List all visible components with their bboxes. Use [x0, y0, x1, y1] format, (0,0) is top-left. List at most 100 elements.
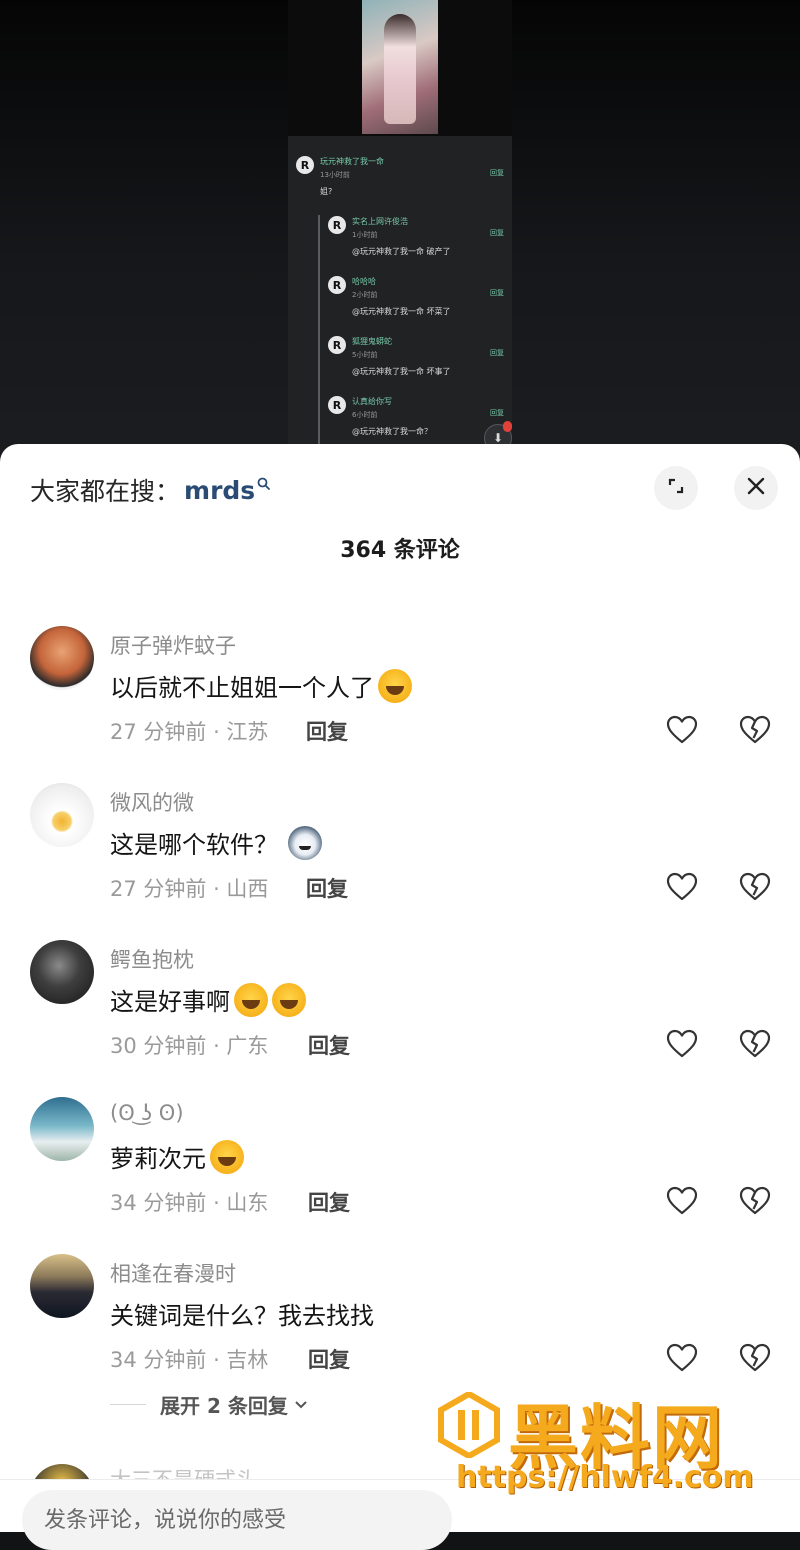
crying-laugh-emoji-icon [272, 982, 306, 1017]
comment-meta: 27 分钟前 · 江苏 [110, 720, 269, 744]
comment-author[interactable]: (ʘ ͜ʖ ʘ) [110, 1101, 184, 1125]
preview-comment: R 狐狸鬼蟒蛇 5小时前 @玩元神救了我一命 坏事了 回复 [288, 330, 512, 386]
like-button[interactable] [664, 1026, 700, 1062]
expand-icon [666, 476, 686, 500]
preview-comment-text: @玩元神救了我一命 破产了 [352, 247, 451, 256]
avatar[interactable] [30, 626, 94, 690]
avatar[interactable] [30, 783, 94, 847]
dislike-button[interactable] [737, 1183, 773, 1219]
preview-comment-time: 2小时前 [352, 291, 378, 299]
reply-button[interactable]: 回复 [308, 1030, 350, 1060]
dislike-button[interactable] [737, 712, 773, 748]
avatar[interactable] [30, 1254, 94, 1318]
preview-comment-name: 实名上网许俊浩 [352, 217, 408, 226]
comment-text: 关键词是什么？我去找找 [110, 1296, 374, 1331]
crying-laugh-emoji-icon [234, 982, 268, 1017]
preview-comment-name: 玩元神救了我一命 [320, 157, 384, 166]
preview-reply-link[interactable]: 回复 [490, 228, 504, 238]
comment-author[interactable]: 原子弹炸蚊子 [110, 630, 236, 660]
preview-comment: R 实名上网许俊浩 1小时前 @玩元神救了我一命 破产了 回复 [288, 210, 512, 266]
close-button[interactable] [734, 466, 778, 510]
dislike-button[interactable] [737, 1026, 773, 1062]
avatar[interactable] [30, 940, 94, 1004]
comment-count-title: 364 条评论 [340, 538, 460, 563]
like-button[interactable] [664, 1340, 700, 1376]
preview-reply-link[interactable]: 回复 [490, 348, 504, 358]
heart-icon [666, 872, 698, 901]
reply-button[interactable]: 回复 [306, 873, 348, 903]
dislike-button[interactable] [737, 869, 773, 905]
broken-heart-icon [739, 1186, 771, 1215]
broken-heart-icon [739, 872, 771, 901]
comment-author[interactable]: 相逢在春漫时 [110, 1258, 236, 1288]
heart-icon [666, 1186, 698, 1215]
expand-sheet-button[interactable] [654, 466, 698, 510]
preview-comment-time: 5小时前 [352, 351, 378, 359]
preview-avatar-icon: R [328, 396, 346, 414]
dislike-button[interactable] [737, 1340, 773, 1376]
comment-text-body: 关键词是什么？我去找找 [110, 1302, 374, 1330]
preview-comment-time: 6小时前 [352, 411, 378, 419]
comment-text-body: 这是哪个软件？ [110, 831, 278, 859]
trending-search[interactable]: 大家都在搜： mrds [30, 472, 271, 508]
preview-comment-text: @玩元神救了我一命？ [352, 427, 432, 436]
preview-reply-link[interactable]: 回复 [490, 408, 504, 418]
preview-comment-name: 认真给你写 [352, 397, 392, 406]
comment-text: 这是好事啊 [110, 982, 306, 1017]
preview-reply-link[interactable]: 回复 [490, 168, 504, 178]
notification-badge [503, 421, 512, 432]
wolf-emoji-icon [288, 825, 322, 860]
comment-author[interactable]: 鳄鱼抱枕 [110, 944, 194, 974]
preview-comment: R 玩元神救了我一命 13小时前 姐? 回复 [288, 150, 512, 206]
preview-avatar-icon: R [328, 276, 346, 294]
preview-comment-time: 1小时前 [352, 231, 378, 239]
comment-item: (ʘ ͜ʖ ʘ) 萝莉次元 34 分钟前 · 山东 回复 [0, 1097, 800, 1247]
watermark-url: https://hlwf4.com [456, 1460, 754, 1495]
comment-item: 鳄鱼抱枕 这是好事啊 30 分钟前 · 广东 回复 [0, 940, 800, 1090]
like-button[interactable] [664, 712, 700, 748]
expand-replies-label: 展开 2 条回复 [160, 1394, 288, 1418]
comment-meta: 30 分钟前 · 广东 [110, 1034, 269, 1058]
comment-text: 这是哪个软件？ [110, 825, 322, 860]
heart-icon [666, 1343, 698, 1372]
like-button[interactable] [664, 869, 700, 905]
comment-text-body: 以后就不止姐姐一个人了 [110, 674, 374, 702]
comment-item: 微风的微 这是哪个软件？ 27 分钟前 · 山西 回复 [0, 783, 800, 933]
chevron-down-icon [294, 1395, 308, 1414]
comment-author[interactable]: 微风的微 [110, 787, 194, 817]
expand-replies-button[interactable]: 展开 2 条回复 [110, 1390, 308, 1419]
broken-heart-icon [739, 715, 771, 744]
trending-search-keyword[interactable]: mrds [184, 476, 255, 505]
reply-button[interactable]: 回复 [308, 1187, 350, 1217]
comment-text: 以后就不止姐姐一个人了 [110, 668, 412, 703]
preview-comment: R 哈哈哈 2小时前 @玩元神救了我一命 坏菜了 回复 [288, 270, 512, 326]
close-icon [746, 476, 766, 500]
video-preview-area: R 玩元神救了我一命 13小时前 姐? 回复 R 实名上网许俊浩 1小时前 @玩… [0, 0, 800, 470]
broken-heart-icon [739, 1029, 771, 1058]
preview-avatar-icon: R [328, 216, 346, 234]
comment-meta: 34 分钟前 · 吉林 [110, 1348, 269, 1372]
embedded-screenshot: R 玩元神救了我一命 13小时前 姐? 回复 R 实名上网许俊浩 1小时前 @玩… [288, 0, 512, 450]
preview-avatar-icon: R [328, 336, 346, 354]
preview-comment-text: @玩元神救了我一命 坏事了 [352, 367, 451, 376]
comment-text-body: 这是好事啊 [110, 988, 230, 1016]
comment-meta: 34 分钟前 · 山东 [110, 1191, 269, 1215]
preview-comment-text: 姐? [320, 187, 333, 196]
crying-laugh-emoji-icon [210, 1139, 244, 1174]
reply-button[interactable]: 回复 [308, 1344, 350, 1374]
reply-button[interactable]: 回复 [306, 716, 348, 746]
video-thumbnail[interactable] [362, 0, 438, 134]
avatar[interactable] [30, 1097, 94, 1161]
heart-icon [666, 715, 698, 744]
laughing-tears-emoji-icon [378, 668, 412, 703]
preview-avatar-icon: R [296, 156, 314, 174]
heart-icon [666, 1029, 698, 1058]
comment-input[interactable] [22, 1490, 452, 1550]
preview-comment-name: 哈哈哈 [352, 277, 376, 286]
preview-comment-time: 13小时前 [320, 171, 350, 179]
video-thumbnail-frame [288, 0, 512, 136]
preview-reply-link[interactable]: 回复 [490, 288, 504, 298]
expand-divider [110, 1404, 146, 1405]
like-button[interactable] [664, 1183, 700, 1219]
preview-comment: R 认真给你写 6小时前 @玩元神救了我一命？ 回复 [288, 390, 512, 446]
